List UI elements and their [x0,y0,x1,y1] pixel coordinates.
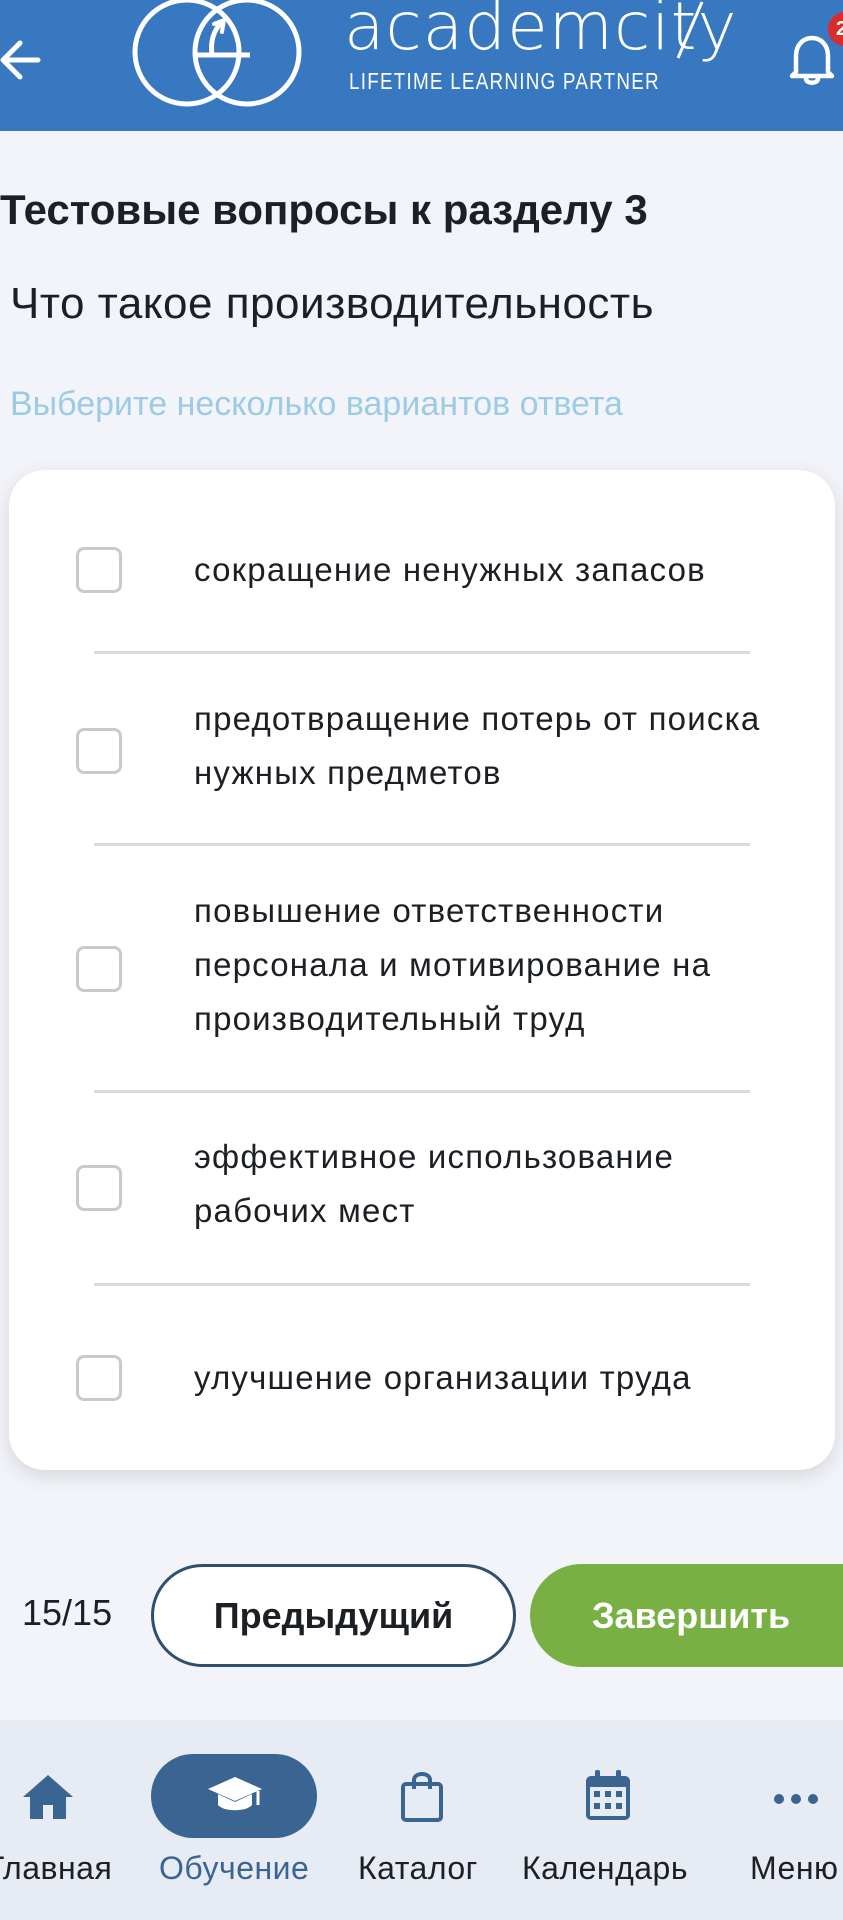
home-icon [21,1773,75,1826]
nav-label: Меню [750,1850,839,1886]
question-counter: 15/15 [22,1592,113,1633]
nav-item-catalog[interactable]: Каталог [355,1720,485,1920]
answer-checkbox[interactable] [76,946,122,992]
nav-item-home[interactable]: Главная [0,1720,120,1920]
answer-checkbox[interactable] [76,1165,122,1211]
answer-option[interactable]: предотвращение потерь от поиска нужных п… [9,653,835,845]
nav-label: Обучение [159,1850,310,1886]
answer-checkbox[interactable] [76,728,122,774]
answer-checkbox[interactable] [76,1355,122,1401]
nav-label: Календарь [522,1850,689,1886]
finish-button[interactable]: Завершить [530,1564,843,1667]
brand-tagline: LIFETIME LEARNING PARTNER [349,68,660,94]
previous-button[interactable]: Предыдущий [151,1564,516,1667]
bell-icon[interactable] [788,30,836,88]
answer-option[interactable]: улучшение организации труда [9,1285,835,1470]
test-section-title: Тестовые вопросы к разделу 3 [0,186,648,233]
question-text: Что такое производительность [10,279,654,328]
more-dots-icon [773,1792,819,1810]
answer-hint: Выберите несколько вариантов ответа [10,385,623,423]
answer-option-label: повышение ответственности персонала и мо… [194,892,712,1037]
nav-item-menu[interactable]: Меню [745,1720,843,1920]
answer-option[interactable]: сокращение ненужных запасов [9,470,835,653]
bottom-navigation: Главная Обучение Каталог [0,1720,843,1920]
answer-option-label: предотвращение потерь от поиска нужных п… [194,700,761,791]
calendar-icon [584,1768,632,1827]
nav-item-learning[interactable]: Обучение [151,1720,317,1920]
back-arrow-icon[interactable] [0,30,50,90]
nav-label: Каталог [358,1850,478,1886]
answer-options-card: сокращение ненужных запасов предотвращен… [9,470,835,1470]
answer-option-label: улучшение организации труда [194,1359,692,1396]
shopping-bag-icon [400,1769,444,1828]
nav-label: Главная [0,1850,113,1886]
answer-checkbox[interactable] [76,547,122,593]
answer-option-label: эффективное использование рабочих мест [194,1138,674,1229]
answer-option[interactable]: повышение ответственности персонала и мо… [9,845,835,1093]
app-header: academcity LIFETIME LEARNING PARTNER 2 [0,0,843,131]
graduation-cap-icon [206,1775,264,1820]
academcity-logo-icon [132,0,312,115]
answer-option-label: сокращение ненужных запасов [194,551,706,588]
answer-option[interactable]: эффективное использование рабочих мест [9,1092,835,1285]
nav-item-calendar[interactable]: Календарь [522,1720,697,1920]
logo-slash-icon [650,0,710,60]
